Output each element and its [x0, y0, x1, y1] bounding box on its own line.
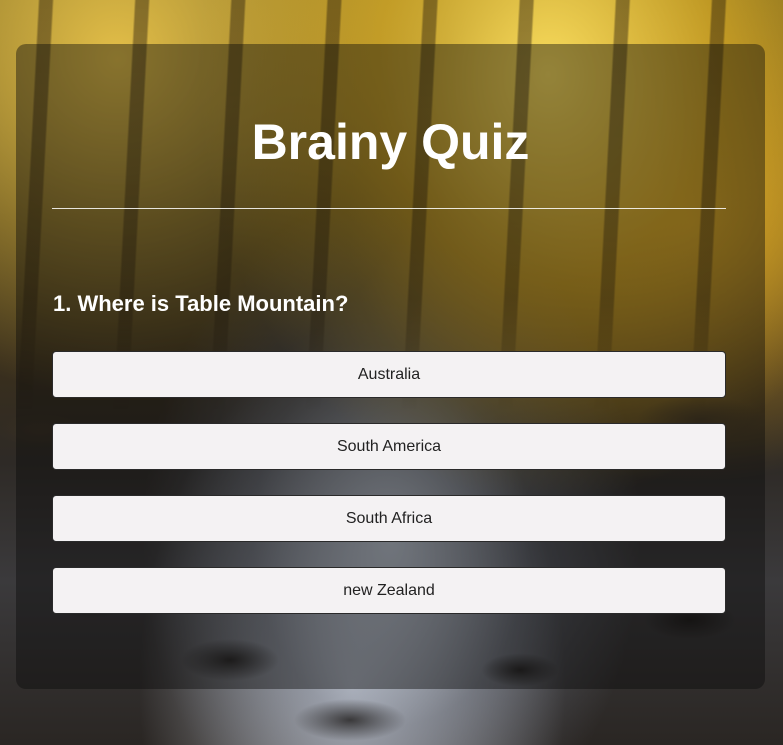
answer-button-australia[interactable]: Australia [52, 351, 726, 398]
answer-button-south-africa[interactable]: South Africa [52, 495, 726, 542]
answer-button-new-zealand[interactable]: new Zealand [52, 567, 726, 614]
quiz-panel: Brainy Quiz 1. Where is Table Mountain? … [16, 44, 765, 689]
answer-button-south-america[interactable]: South America [52, 423, 726, 470]
answer-list: Australia South America South Africa new… [52, 351, 726, 639]
question-text: 1. Where is Table Mountain? [53, 291, 349, 316]
title-divider [52, 208, 726, 209]
app-title: Brainy Quiz [251, 114, 530, 170]
